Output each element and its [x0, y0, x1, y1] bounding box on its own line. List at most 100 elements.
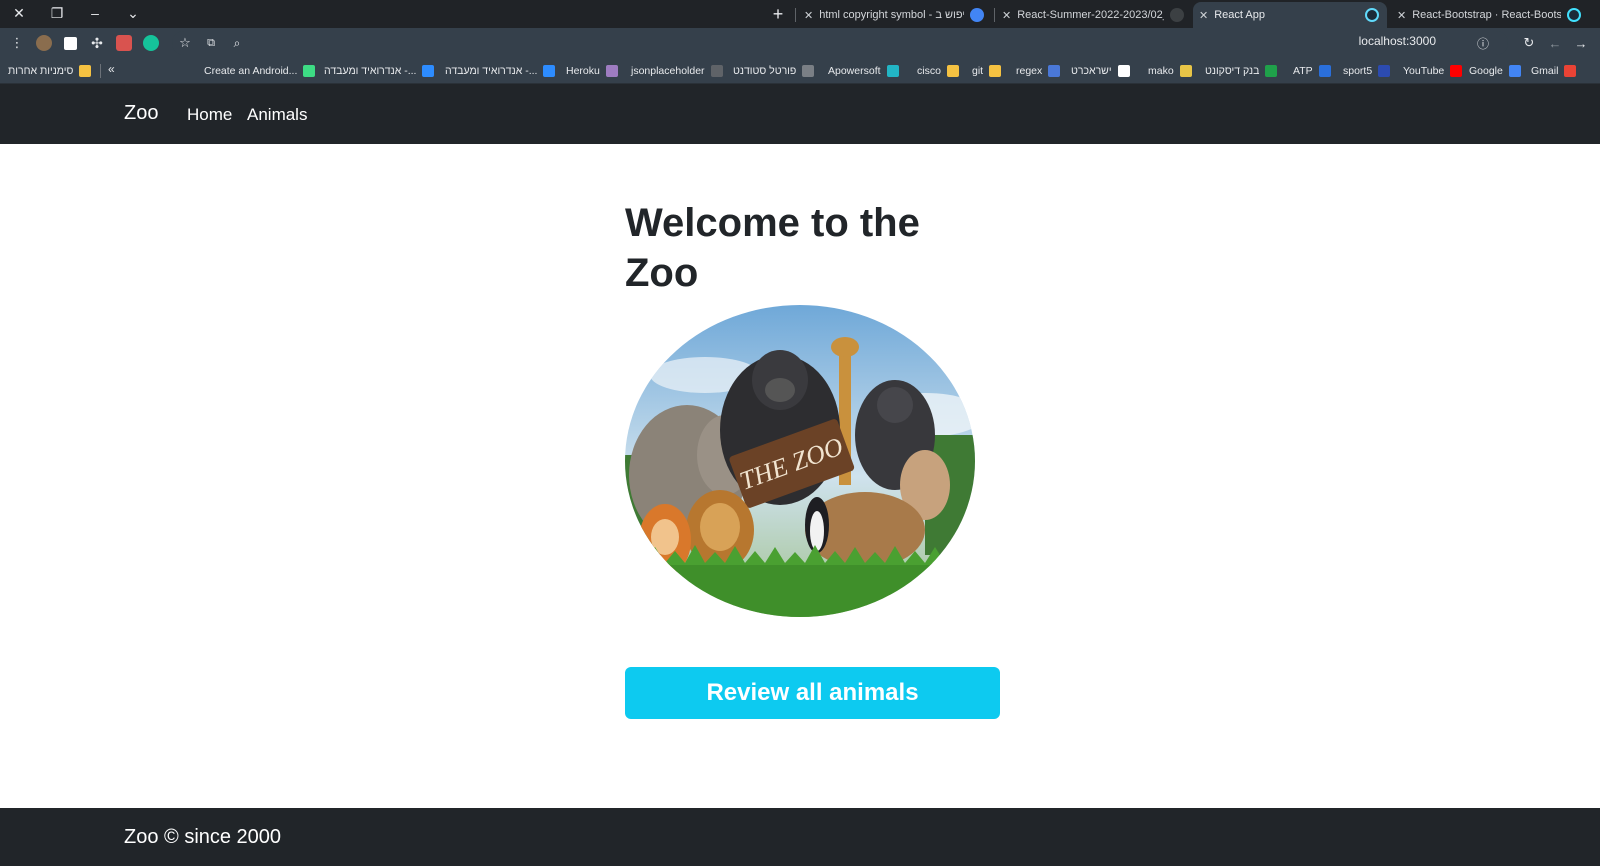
bookmark-label: Create an Android...	[204, 65, 298, 77]
reload-icon[interactable]: ↻	[1518, 32, 1540, 54]
tab-react-bootstrap[interactable]: ✕ React-Bootstrap · React-Bootstra	[1391, 2, 1589, 28]
browser-tab-strip: ✕ ❐ – ⌄ + ✕ html copyright symbol - חיפו…	[0, 0, 1600, 28]
bookmark-item[interactable]: פורטל סטודנט	[733, 63, 815, 79]
bookmark-item[interactable]: regex	[1016, 63, 1061, 79]
bookmark-favicon-icon	[303, 65, 316, 77]
menu-icon[interactable]: ⋮	[6, 32, 28, 54]
close-window-icon[interactable]: ✕	[6, 2, 32, 24]
tab-google-search[interactable]: ✕ html copyright symbol - חיפוש ב	[798, 2, 992, 28]
bookmark-label: sport5	[1343, 65, 1373, 77]
bookmark-item[interactable]: sport5	[1343, 63, 1391, 79]
bookmark-label: פורטל סטודנט	[733, 65, 797, 77]
bookmark-favicon-icon	[989, 65, 1002, 77]
bookmark-item[interactable]: ישראכרט	[1071, 63, 1130, 79]
url-text[interactable]: localhost:3000	[1359, 34, 1436, 48]
bookmark-item[interactable]: סימניות אחרות	[8, 63, 92, 79]
tab-separator	[994, 8, 995, 22]
main-content: Welcome to the Zoo THE ZOO Review all an…	[0, 144, 1600, 808]
bookmark-favicon-icon	[946, 65, 959, 77]
github-favicon-icon	[1170, 8, 1184, 22]
forward-icon[interactable]: ←	[1544, 32, 1566, 54]
tab-close-icon[interactable]: ✕	[804, 9, 813, 22]
page-title: Welcome to the Zoo	[625, 201, 920, 295]
bookmark-label: אנדרואיד ומעבדה -...	[445, 65, 538, 77]
bookmark-label: אנדרואיד ומעבדה -...	[324, 65, 417, 77]
tab-close-icon[interactable]: ✕	[1002, 9, 1011, 22]
bookmark-label: jsonplaceholder	[631, 65, 705, 77]
side-panel-icon[interactable]	[64, 37, 77, 50]
bookmark-favicon-icon	[1318, 65, 1331, 77]
more-bookmarks-chevron-icon[interactable]: «	[108, 62, 115, 76]
bookmark-item[interactable]: Create an Android...	[204, 63, 316, 79]
nav-link-home[interactable]: Home	[187, 105, 232, 125]
navbar-brand[interactable]: Zoo	[124, 102, 158, 125]
bookmark-label: YouTube	[1403, 65, 1445, 77]
bookmark-item[interactable]: Google	[1469, 63, 1521, 79]
site-navbar: Zoo Home Animals	[0, 84, 1600, 144]
zoo-animals-image: THE ZOO	[625, 305, 975, 617]
bookmark-item[interactable]: ATP	[1293, 63, 1331, 79]
bookmark-label: סימניות אחרות	[8, 65, 74, 77]
react-favicon-icon	[1365, 8, 1379, 22]
back-icon[interactable]: →	[1570, 32, 1592, 54]
install-app-icon[interactable]: ⧉	[200, 32, 222, 54]
site-footer: Zoo © since 2000	[0, 808, 1600, 866]
new-tab-button[interactable]: +	[766, 3, 790, 25]
extension-red-icon[interactable]	[116, 35, 132, 51]
bookmark-item[interactable]: Heroku	[566, 63, 618, 79]
tab-close-icon[interactable]: ✕	[1397, 9, 1406, 22]
tab-separator	[795, 8, 796, 22]
bookmark-item[interactable]: git	[972, 63, 1002, 79]
bookmark-label: Heroku	[566, 65, 600, 77]
bookmark-label: ישראכרט	[1071, 65, 1112, 77]
review-all-animals-button[interactable]: Review all animals	[625, 667, 1000, 719]
bookmark-label: בנק דיסקונט	[1205, 65, 1260, 77]
bookmark-label: regex	[1016, 65, 1043, 77]
tab-react-app[interactable]: ✕ React App	[1193, 2, 1387, 28]
bookmark-favicon-icon	[1048, 65, 1061, 77]
bookmark-item[interactable]: בנק דיסקונט	[1205, 63, 1278, 79]
bookmark-favicon-icon	[1179, 65, 1192, 77]
bookmark-item[interactable]: mako	[1148, 63, 1192, 79]
bookmark-favicon-icon	[1265, 65, 1278, 77]
bookmark-item[interactable]: Gmail	[1531, 63, 1577, 79]
tab-search-icon[interactable]: ⌄	[120, 2, 146, 24]
bookmark-favicon-icon	[802, 65, 815, 77]
bookmark-favicon-icon	[1450, 65, 1463, 77]
footer-copyright: Zoo © since 2000	[124, 826, 282, 848]
bookmark-favicon-icon	[1508, 65, 1521, 77]
bookmark-label: ATP	[1293, 65, 1313, 77]
bookmark-favicon-icon	[1117, 65, 1130, 77]
bookmark-item[interactable]: Apowersoft	[828, 63, 899, 79]
restore-window-icon[interactable]: ❐	[44, 2, 70, 24]
extensions-puzzle-icon[interactable]: ✣	[86, 32, 108, 54]
bookmark-favicon-icon	[1378, 65, 1391, 77]
nav-link-animals[interactable]: Animals	[247, 105, 307, 125]
bookmark-item[interactable]: אנדרואיד ומעבדה -...	[324, 63, 435, 79]
tab-github-repo[interactable]: ✕ React-Summer-2022-2023/02_Pa	[996, 2, 1192, 28]
tab-close-icon[interactable]: ✕	[1199, 9, 1208, 22]
grammarly-icon[interactable]	[143, 35, 159, 51]
bookmark-label: Gmail	[1531, 65, 1559, 77]
bookmark-label: git	[972, 65, 984, 77]
bookmark-label: mako	[1148, 65, 1174, 77]
profile-avatar-icon[interactable]	[36, 35, 52, 51]
bookmark-favicon-icon	[1564, 65, 1577, 77]
bookmarks-bar: « סימניות אחרות Create an Android... אנדרו…	[0, 58, 1600, 84]
bookmarks-divider	[100, 64, 101, 78]
bookmark-item[interactable]: YouTube	[1403, 63, 1463, 79]
bookmark-favicon-icon	[605, 65, 618, 77]
google-favicon-icon	[970, 8, 984, 22]
zoom-icon[interactable]: ⌕	[226, 32, 248, 54]
bookmark-star-icon[interactable]: ☆	[174, 32, 196, 54]
bookmark-favicon-icon	[79, 65, 92, 77]
bookmark-label: Google	[1469, 65, 1503, 77]
site-info-icon[interactable]: ⓘ	[1472, 32, 1494, 54]
minimize-window-icon[interactable]: –	[82, 2, 108, 24]
bookmark-item[interactable]: jsonplaceholder	[631, 63, 723, 79]
bookmark-item[interactable]: cisco	[917, 63, 959, 79]
address-bar[interactable]: ☆ ⧉ ⌕ ⓘ	[172, 31, 1508, 55]
bookmark-item[interactable]: אנדרואיד ומעבדה -...	[445, 63, 556, 79]
bookmark-favicon-icon	[422, 65, 435, 77]
react-bootstrap-favicon-icon	[1567, 8, 1581, 22]
